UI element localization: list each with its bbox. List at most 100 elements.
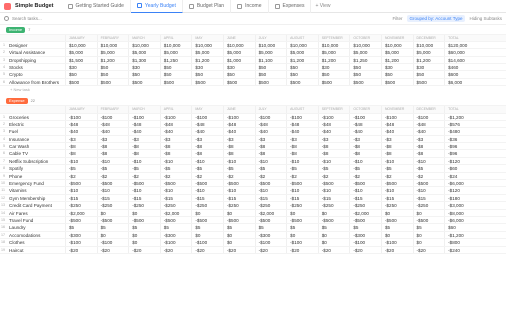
cell-value[interactable]: -$100 <box>254 113 287 120</box>
cell-value[interactable]: -$15 <box>349 194 381 202</box>
cell-value[interactable]: -$8 <box>222 150 255 157</box>
cell-value[interactable]: -$3 <box>286 135 318 143</box>
cell-value[interactable]: $6,000 <box>444 78 476 86</box>
expense_group-header[interactable]: Expense 22 <box>0 98 506 107</box>
cell-value[interactable]: $500 <box>412 78 445 86</box>
column-header[interactable]: MARCH <box>128 34 160 41</box>
cell-value[interactable]: $0 <box>222 209 255 216</box>
tab-2[interactable]: Budget Plan <box>183 0 232 13</box>
table-row[interactable]: 12 Gym Membership -$15 -$15 -$15 -$15 -$15 -$15… <box>0 194 506 203</box>
cell-value[interactable]: -$500 <box>349 216 381 224</box>
cell-value[interactable]: -$100 <box>380 239 413 246</box>
cell-value[interactable]: -$8 <box>380 143 413 150</box>
cell-value[interactable]: -$250 <box>317 202 350 209</box>
row-name[interactable]: Virtual Assistance <box>7 49 65 55</box>
cell-value[interactable]: -$500 <box>128 180 160 187</box>
cell-value[interactable]: -$8 <box>159 143 192 150</box>
row-name[interactable]: Fuel <box>7 128 65 134</box>
cell-value[interactable]: $5 <box>96 224 129 231</box>
cell-value[interactable]: $5 <box>412 224 445 231</box>
table-row[interactable]: 3 Dropshipping $1,500 $1,200 $1,300 $1,250 $1,… <box>0 56 506 65</box>
cell-value[interactable]: -$240 <box>444 246 476 253</box>
cell-value[interactable]: -$8 <box>65 150 97 157</box>
cell-value[interactable]: -$8 <box>349 143 381 150</box>
cell-value[interactable]: -$10 <box>65 187 97 194</box>
cell-value[interactable]: -$5 <box>159 165 192 172</box>
cell-value[interactable]: $0 <box>286 209 318 216</box>
cell-value[interactable]: -$100 <box>159 113 192 120</box>
cell-value[interactable]: $1,200 <box>191 56 223 64</box>
cell-value[interactable]: -$48 <box>96 120 129 128</box>
cell-value[interactable]: -$20 <box>317 246 350 253</box>
cell-value[interactable]: $1,200 <box>96 56 129 64</box>
cell-value[interactable]: $500 <box>159 78 192 86</box>
cell-value[interactable]: $0 <box>380 231 413 239</box>
cell-value[interactable]: $1,300 <box>128 56 160 64</box>
cell-value[interactable]: -$20 <box>191 246 223 253</box>
cell-value[interactable]: -$8 <box>96 150 129 157</box>
cell-value[interactable]: -$800 <box>444 239 476 246</box>
table-row[interactable]: 9 Phone -$2 -$2 -$2 -$2 -$2 -$2 -$2 -$2 -$2 -$2 -$2-… <box>0 172 506 181</box>
tab-4[interactable]: Expenses <box>269 0 312 13</box>
cell-value[interactable]: -$48 <box>412 120 445 128</box>
table-row[interactable]: 4 Stocks $30 $50 $30 $50 $30 $30 $50 $50 $30 $50 $30… <box>0 64 506 72</box>
cell-value[interactable]: $10,000 <box>317 41 350 49</box>
cell-value[interactable]: $50 <box>159 64 192 71</box>
income_group-header[interactable]: Income 7 <box>0 26 506 35</box>
cell-value[interactable]: -$2 <box>317 172 350 180</box>
row-name[interactable]: Designer <box>7 42 65 48</box>
row-name[interactable]: Spotify <box>7 165 65 171</box>
cell-value[interactable]: $50 <box>159 71 192 78</box>
cell-value[interactable]: -$20 <box>128 246 160 253</box>
cell-value[interactable]: -$500 <box>412 180 445 187</box>
cell-value[interactable]: -$2 <box>412 172 445 180</box>
cell-value[interactable]: -$10 <box>96 187 129 194</box>
row-name[interactable]: Stocks <box>7 64 65 70</box>
cell-value[interactable]: -$10 <box>159 187 192 194</box>
cell-value[interactable]: -$100 <box>317 113 350 120</box>
cell-value[interactable]: -$2 <box>286 172 318 180</box>
cell-value[interactable]: $500 <box>65 78 97 86</box>
cell-value[interactable]: -$250 <box>159 202 192 209</box>
cell-value[interactable]: -$40 <box>96 128 129 135</box>
cell-value[interactable]: $1,200 <box>286 56 318 64</box>
cell-value[interactable]: $30 <box>128 64 160 71</box>
filter-button[interactable]: Filter <box>393 16 403 21</box>
column-header[interactable]: NOVEMBER <box>380 106 413 113</box>
cell-value[interactable]: -$8 <box>412 150 445 157</box>
tab-3[interactable]: Income <box>231 0 269 13</box>
cell-value[interactable]: -$1,200 <box>444 231 476 239</box>
cell-value[interactable]: -$40 <box>317 128 350 135</box>
row-name[interactable]: Electric <box>7 121 65 127</box>
row-name[interactable]: Groceries <box>7 114 65 120</box>
table-row[interactable]: 1 Groceries -$100 -$100 -$100 -$100 -$100 -$100… <box>0 113 506 121</box>
cell-value[interactable]: -$10 <box>412 187 445 194</box>
row-name[interactable]: Insurance <box>7 136 65 142</box>
cell-value[interactable]: $60,000 <box>444 49 476 56</box>
cell-value[interactable]: -$10 <box>191 187 223 194</box>
column-header[interactable]: OCTOBER <box>349 34 381 41</box>
cell-value[interactable]: -$8 <box>254 150 287 157</box>
cell-value[interactable]: $5,000 <box>349 49 381 56</box>
cell-value[interactable]: -$40 <box>349 128 381 135</box>
cell-value[interactable]: -$10 <box>349 157 381 165</box>
cell-value[interactable]: -$48 <box>191 120 223 128</box>
cell-value[interactable]: $5,000 <box>286 49 318 56</box>
cell-value[interactable]: -$500 <box>254 180 287 187</box>
add-view-button[interactable]: + View <box>311 3 334 9</box>
cell-value[interactable]: -$8 <box>96 143 129 150</box>
cell-value[interactable]: -$250 <box>128 202 160 209</box>
cell-value[interactable]: $50 <box>254 64 287 71</box>
cell-value[interactable]: $50 <box>222 71 255 78</box>
cell-value[interactable]: -$48 <box>254 120 287 128</box>
cell-value[interactable]: $30 <box>317 64 350 71</box>
table-row[interactable]: 19 Haircut -$20 -$20 -$20 -$20 -$20 -$20 -$20 -$2… <box>0 246 506 254</box>
cell-value[interactable]: $50 <box>349 64 381 71</box>
cell-value[interactable]: -$500 <box>128 216 160 224</box>
cell-value[interactable]: $10,000 <box>380 41 413 49</box>
cell-value[interactable]: -$40 <box>128 128 160 135</box>
column-header[interactable]: APRIL <box>159 34 192 41</box>
table-row[interactable]: 17 Accomodations -$300 $0 $0 -$300 $0 $0 -$300 $0… <box>0 231 506 240</box>
cell-value[interactable]: -$2 <box>380 172 413 180</box>
cell-value[interactable]: -$20 <box>65 246 97 253</box>
